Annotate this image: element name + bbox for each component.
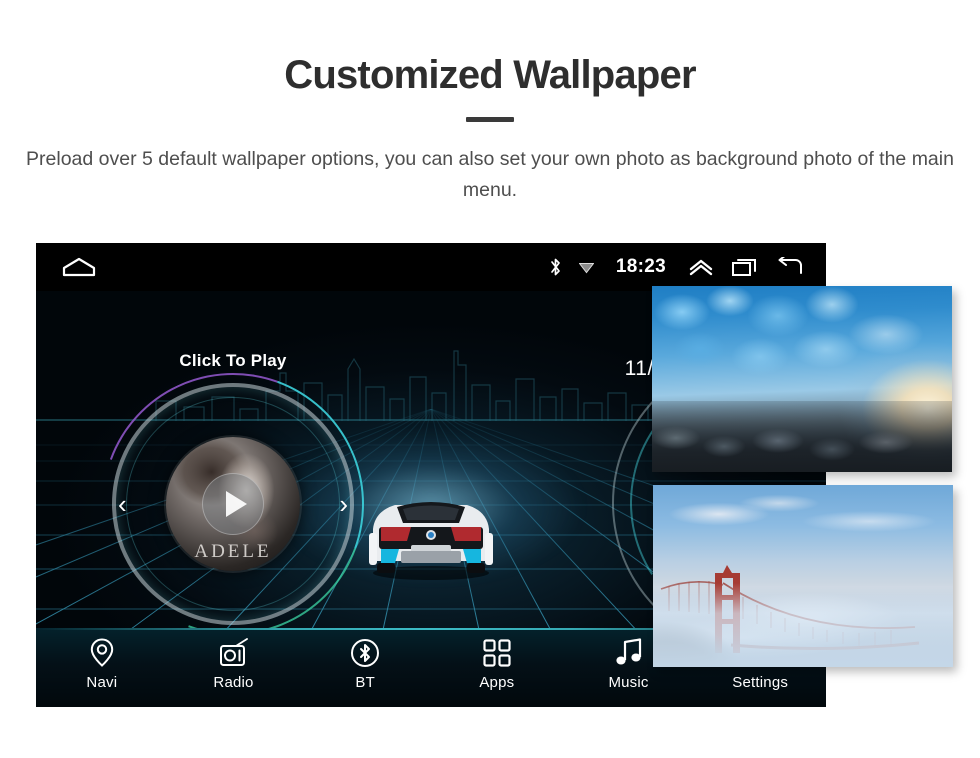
nav-label-navi: Navi (86, 674, 118, 691)
nav-label-radio: Radio (213, 674, 254, 691)
nav-item-radio[interactable]: Radio (168, 628, 300, 691)
nav-item-navi[interactable]: Navi (36, 628, 168, 691)
title-divider (466, 117, 514, 122)
nav-label-apps: Apps (479, 674, 515, 691)
album-artist-label: ADELE (194, 541, 272, 562)
album-art[interactable]: ADELE (166, 437, 300, 571)
status-bar-right: 18:23 (549, 256, 826, 278)
status-bar: 18:23 (36, 243, 826, 291)
media-player-widget[interactable]: Click To Play ‹ › ADELE (58, 329, 408, 662)
golden-gate-bridge-wallpaper[interactable] (653, 485, 953, 667)
ice-cave-rocks (652, 401, 952, 472)
bluetooth-icon (549, 257, 562, 277)
nav-label-settings: Settings (732, 674, 789, 691)
page-header: Customized Wallpaper Preload over 5 defa… (0, 0, 980, 206)
click-to-play-label: Click To Play (179, 351, 287, 370)
car-graphic (369, 502, 493, 580)
ice-cave-wallpaper[interactable] (652, 286, 952, 472)
home-button[interactable] (62, 257, 96, 277)
wifi-icon (578, 260, 594, 274)
status-clock: 18:23 (615, 256, 666, 277)
chevron-up-icon[interactable] (688, 257, 714, 277)
music-note-icon (615, 637, 643, 668)
nav-label-bt: BT (355, 674, 375, 691)
page-root: Customized Wallpaper Preload over 5 defa… (0, 0, 980, 758)
next-track-button[interactable]: › (339, 490, 348, 518)
nav-item-bt[interactable]: BT (299, 628, 431, 691)
previous-track-button[interactable]: ‹ (118, 490, 127, 518)
apps-grid-icon (483, 637, 511, 668)
home-icon (62, 257, 96, 277)
back-icon[interactable] (776, 257, 804, 277)
recents-icon[interactable] (731, 257, 759, 277)
nav-item-apps[interactable]: Apps (431, 628, 563, 691)
nav-label-music: Music (608, 674, 649, 691)
bluetooth-icon (350, 637, 380, 668)
bridge-fog (653, 583, 953, 667)
location-pin-icon (90, 637, 114, 668)
play-button[interactable] (202, 473, 264, 535)
radio-icon (219, 637, 249, 668)
page-title: Customized Wallpaper (284, 53, 696, 97)
play-icon (226, 491, 247, 517)
page-subtitle: Preload over 5 default wallpaper options… (26, 148, 954, 201)
